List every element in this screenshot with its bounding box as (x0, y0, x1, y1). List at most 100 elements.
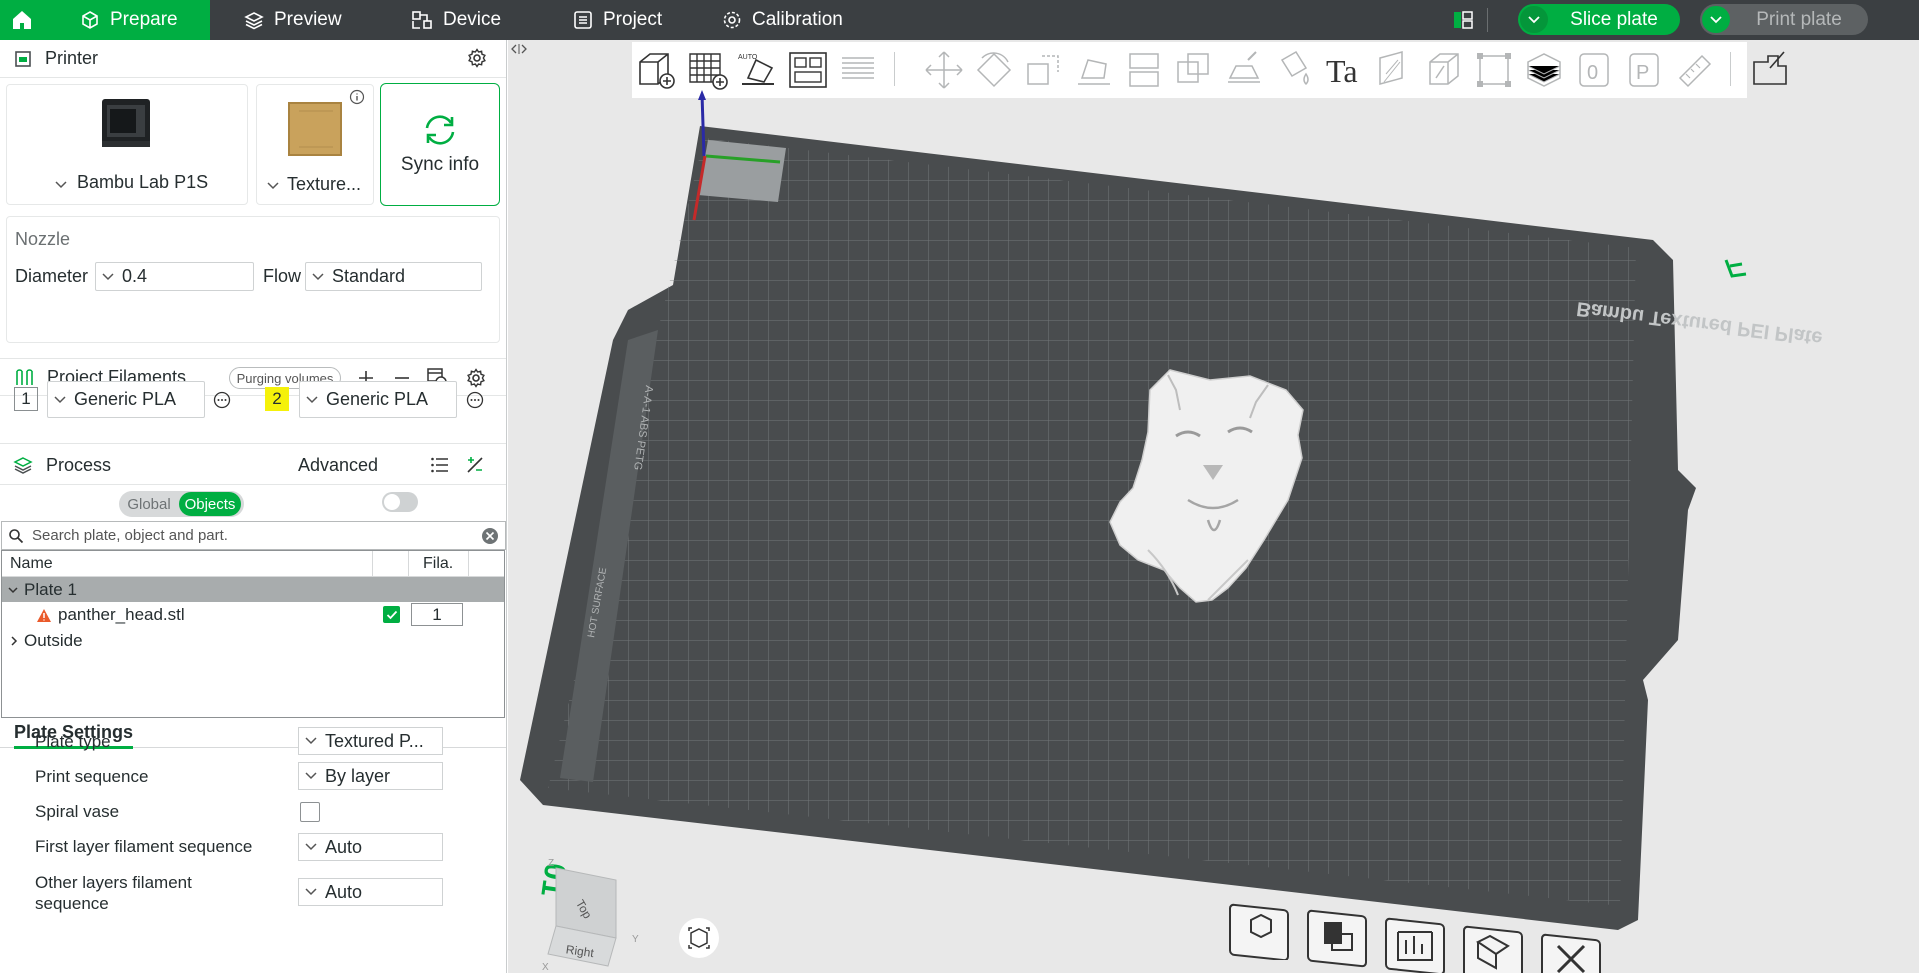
object-filament-field[interactable]: 1 (411, 603, 463, 626)
column-fila-header[interactable]: Fila. (423, 555, 453, 573)
plate-lock-button[interactable] (1226, 900, 1296, 960)
warning-icon (37, 608, 51, 622)
plate-arrange-button[interactable] (1382, 914, 1452, 973)
plate-type-label: Plate type (35, 732, 111, 751)
printer-selector[interactable]: Bambu Lab P1S (6, 84, 248, 205)
spiral-vase-checkbox[interactable] (300, 802, 320, 822)
calibration-icon (723, 11, 741, 29)
chevron-down-icon (55, 181, 67, 189)
object-row[interactable]: panther_head.stl 1 (2, 602, 504, 628)
multi-device-icon[interactable] (1452, 9, 1474, 31)
object-visible-checkbox[interactable] (383, 606, 400, 623)
layers-icon (244, 12, 264, 30)
tab-calibration-label: Calibration (752, 9, 843, 30)
advanced-label: Advanced (298, 455, 379, 475)
plate-orient-button[interactable] (1460, 922, 1530, 973)
first-layer-value: Auto (325, 836, 363, 857)
chevron-down-icon (267, 182, 279, 190)
plate-delete-button[interactable] (1538, 930, 1608, 973)
cube-icon (82, 11, 98, 29)
clear-icon[interactable] (481, 527, 499, 545)
topbar-divider (1487, 8, 1488, 32)
device-icon (412, 11, 432, 29)
slice-dropdown-button[interactable] (1520, 6, 1548, 33)
diameter-label: Diameter (15, 266, 89, 286)
z-axis-arrow (698, 90, 706, 100)
chevron-down-icon (312, 272, 324, 280)
plate-origin-tile (698, 140, 786, 202)
object-list-header: Name Fila. (2, 551, 504, 577)
printer-section-header: Printer (0, 40, 506, 78)
process-scope-toggle: Global Objects (119, 491, 244, 517)
filament-1-select[interactable]: Generic PLA (47, 381, 205, 418)
filament-icon (16, 369, 33, 385)
plate-corner-marker (1724, 259, 1747, 278)
tab-prepare[interactable]: Prepare (44, 0, 210, 40)
tab-calibration[interactable]: Calibration (722, 0, 843, 40)
slice-plate-group: Slice plate (1518, 4, 1680, 35)
view-cube-x-label: X (542, 962, 549, 973)
chevron-down-icon (305, 737, 317, 745)
more-options-icon[interactable] (213, 391, 231, 409)
global-toggle[interactable]: Global (119, 496, 179, 513)
plate-slice-button[interactable] (1304, 906, 1374, 968)
chevron-down-icon (102, 272, 114, 280)
chevron-down-icon (305, 843, 317, 851)
plate-row[interactable]: Plate 1 (2, 577, 504, 602)
filament-1-index[interactable]: 1 (14, 387, 38, 411)
chevron-down-icon (306, 395, 318, 403)
column-divider (372, 551, 373, 577)
home-button[interactable] (0, 0, 44, 40)
printer-image-icon (102, 99, 150, 147)
diameter-select[interactable]: 0.4 (95, 262, 254, 291)
nozzle-title: Nozzle (15, 229, 71, 249)
outside-label: Outside (24, 631, 83, 650)
camera-reset-button[interactable] (679, 918, 719, 958)
flow-value: Standard (332, 266, 406, 286)
column-name-header[interactable]: Name (10, 555, 53, 573)
search-input[interactable]: Search plate, object and part. (1, 521, 506, 550)
plate-label: Plate 1 (24, 579, 77, 599)
check-icon (386, 610, 397, 619)
sync-info-label: Sync info (400, 153, 480, 175)
tab-preview[interactable]: Preview (244, 0, 342, 40)
list-icon[interactable] (430, 455, 450, 475)
chevron-right-icon (11, 636, 18, 646)
filament-2-number: 2 (272, 389, 282, 408)
filament-2-index[interactable]: 2 (265, 387, 289, 411)
slice-plate-button[interactable]: Slice plate (1548, 9, 1680, 31)
tab-project[interactable]: Project (573, 0, 662, 40)
info-icon[interactable] (349, 89, 365, 105)
process-layers-icon (13, 457, 33, 474)
process-section-title: Process (46, 455, 112, 475)
gear-icon[interactable] (467, 48, 487, 68)
print-sequence-select[interactable]: By layer (298, 762, 443, 790)
print-dropdown-button[interactable] (1702, 6, 1730, 33)
plate-type-selector[interactable]: Texture... (256, 84, 374, 205)
view-cube[interactable]: Top Right Z Y X (536, 858, 646, 973)
tab-device[interactable]: Device (411, 0, 501, 40)
flow-select[interactable]: Standard (305, 262, 482, 291)
more-options-icon[interactable] (466, 391, 484, 409)
sync-icon (425, 114, 455, 145)
tab-preview-label: Preview (274, 9, 342, 30)
compare-icon[interactable] (465, 455, 485, 475)
other-layers-select[interactable]: Auto (298, 878, 443, 906)
build-plate-scene: Bambu Textured PEI Plate A-A-1 ABS PETG … (520, 90, 1824, 930)
project-icon (574, 11, 592, 29)
3d-viewport[interactable]: AUTO Ta 0 P Bambu Textured PEI Plate A-A… (508, 40, 1919, 973)
gear-icon[interactable] (466, 368, 486, 388)
advanced-switch[interactable] (382, 492, 418, 512)
search-icon (9, 528, 24, 543)
object-name: panther_head.stl (58, 605, 185, 624)
first-layer-select[interactable]: Auto (298, 833, 443, 861)
filament-2-select[interactable]: Generic PLA (299, 381, 457, 418)
print-plate-button[interactable]: Print plate (1730, 9, 1868, 31)
objects-toggle[interactable]: Objects (179, 492, 241, 516)
chevron-down-icon (305, 772, 317, 780)
outside-row[interactable]: Outside (2, 628, 504, 654)
sync-info-button[interactable]: Sync info (380, 83, 500, 206)
plate-type-select[interactable]: Textured P... (298, 727, 443, 755)
first-layer-label: First layer filament sequence (35, 837, 253, 856)
chevron-down-icon (8, 586, 18, 593)
